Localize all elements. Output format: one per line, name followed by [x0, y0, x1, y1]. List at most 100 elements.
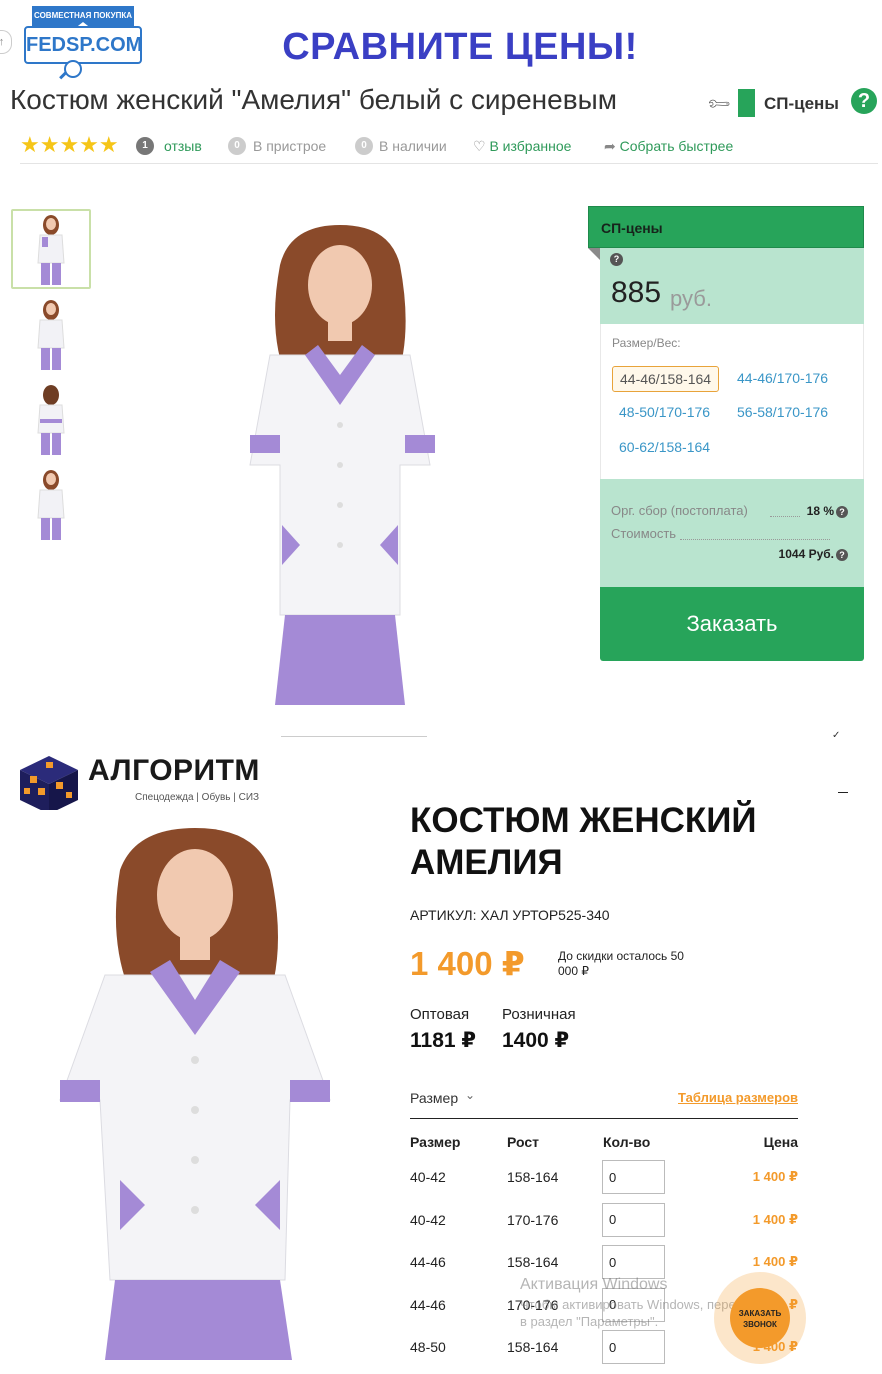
size-table-link[interactable]: Таблица размеров	[678, 1090, 798, 1105]
price-cell: 1 400 ₽	[752, 1254, 798, 1269]
algoritm-cube-logo-icon[interactable]	[16, 752, 82, 818]
thumbnail-3[interactable]	[11, 379, 91, 459]
thumbnail-2[interactable]	[11, 294, 91, 374]
quantity-input[interactable]	[602, 1202, 665, 1237]
sp-price-panel: СП-цены ? 885 руб. Размер/Вес: 44-46/158…	[588, 206, 864, 661]
wholesale-label: Оптовая	[410, 1006, 470, 1023]
size-option[interactable]: 44-46/170-176	[730, 366, 835, 390]
magnifier-icon	[64, 60, 82, 78]
price-amount: 885	[611, 276, 662, 309]
wrench-icon[interactable]: 🔧︎	[705, 90, 734, 119]
height-cell: 158-164	[507, 1254, 559, 1270]
table-header: Размер Рост Кол-во Цена	[410, 1134, 798, 1160]
size-option[interactable]: 60-62/158-164	[612, 435, 717, 459]
height-cell: 170-176	[507, 1211, 559, 1228]
product-photo[interactable]	[30, 810, 370, 1360]
stock-link[interactable]: В наличии	[379, 138, 447, 154]
pristroy-link[interactable]: В пристрое	[253, 138, 326, 154]
product-main-photo[interactable]	[200, 205, 480, 705]
fedsp-logo[interactable]: СОВМЕСТНАЯ ПОКУПКА FEDSP.COM	[22, 4, 144, 80]
org-fee-value: 18 %?	[807, 504, 848, 518]
reviews-link[interactable]: отзыв	[164, 138, 202, 154]
logo-text: FEDSP.COM	[24, 26, 142, 64]
table-row: 40-42 170-176 1 400 ₽	[410, 1202, 798, 1246]
panel-fold	[588, 248, 600, 260]
size-option[interactable]: 56-58/170-176	[730, 400, 835, 424]
size-filter-bar: Размер ⌄ Таблица размеров	[410, 1088, 798, 1119]
minimize-icon[interactable]	[838, 792, 848, 793]
dotted-leader	[770, 503, 800, 517]
thumbnail-image	[37, 385, 65, 455]
size-option[interactable]: 44-46/158-164	[612, 366, 720, 392]
pristroy-count-badge: 0	[228, 137, 246, 155]
dotted-leader	[680, 526, 830, 540]
column-header: Цена	[763, 1134, 798, 1150]
chevron-down-icon[interactable]: ⌄	[465, 1088, 475, 1102]
retail-value: 1400 ₽	[502, 1029, 570, 1052]
column-header: Кол-во	[603, 1134, 651, 1150]
size-cell: 40-42	[410, 1169, 446, 1185]
column-header: Размер	[410, 1134, 461, 1150]
fedsp-section: ↑ СОВМЕСТНАЯ ПОКУПКА FEDSP.COM СРАВНИТЕ …	[0, 0, 882, 741]
logo-banner: СОВМЕСТНАЯ ПОКУПКА	[32, 6, 134, 26]
price-help-icon[interactable]: ?	[610, 253, 623, 266]
quantity-input[interactable]	[602, 1245, 665, 1279]
product-title: Костюм женский "Амелия" белый с сиреневы…	[10, 84, 617, 115]
sp-price-label: СП-цены	[764, 94, 839, 113]
thumbnail-image	[37, 470, 65, 540]
cost-block: Орг. сбор (постоплата) 18 %? Стоимость 1…	[600, 479, 864, 587]
org-fee-value-text: 18 %	[806, 504, 834, 518]
size-option[interactable]: 48-50/170-176	[612, 400, 717, 424]
size-label: Размер/Вес:	[612, 336, 681, 350]
height-cell: 158-164	[507, 1339, 559, 1355]
cost-label: Стоимость	[611, 526, 677, 541]
cost-help-icon[interactable]: ?	[836, 548, 848, 561]
thumbnail-list	[11, 209, 91, 549]
price-currency: руб.	[670, 286, 712, 311]
callback-button[interactable]: ЗАКАЗАТЬ ЗВОНОК	[714, 1272, 806, 1364]
price-cell: 1 400 ₽	[752, 1211, 798, 1227]
quantity-input[interactable]	[602, 1160, 665, 1194]
rating-stars[interactable]: ★★★★★	[20, 134, 119, 156]
heart-icon: ♡	[473, 138, 486, 154]
thumbnail-image	[37, 215, 65, 285]
cost-value: 1044 Руб.?	[779, 547, 848, 561]
column-header: Рост	[507, 1134, 539, 1150]
org-fee-label: Орг. сбор (постоплата)	[611, 503, 748, 518]
discount-note: До скидки осталось 50 000 ₽	[558, 949, 684, 978]
price-cell: 1 400 ₽	[752, 1169, 798, 1184]
reviews-count-badge: 1	[136, 137, 154, 155]
size-cell: 44-46	[410, 1254, 446, 1270]
photo-divider	[281, 736, 427, 737]
price-panel-header: СП-цены	[588, 206, 864, 248]
thumbnail-1[interactable]	[11, 209, 91, 289]
thumbnail-4[interactable]	[11, 464, 91, 544]
product-meta-row: ★★★★★ 1 отзыв 0 В пристрое 0 В наличии ♡…	[20, 134, 878, 164]
size-dropdown[interactable]: Размер	[410, 1090, 458, 1106]
help-icon[interactable]: ?	[851, 88, 877, 114]
product-title: КОСТЮМ ЖЕНСКИЙ АМЕЛИЯ	[410, 801, 757, 882]
favorite-label: В избранное	[489, 138, 572, 154]
sp-price-badge	[738, 89, 755, 117]
favorite-link[interactable]: ♡ В избранное	[473, 138, 571, 155]
collect-faster-link[interactable]: ➦ Собрать быстрее	[604, 138, 733, 155]
size-cell: 40-42	[410, 1211, 446, 1228]
back-arrow-icon[interactable]: ↑	[0, 30, 12, 54]
collect-label: Собрать быстрее	[619, 138, 734, 154]
product-price: 1 400 ₽	[410, 945, 525, 982]
size-selector: Размер/Вес: 44-46/158-164 44-46/170-176 …	[600, 324, 864, 479]
thumbnail-image	[37, 300, 65, 370]
cost-value-text: 1044 Руб.	[778, 547, 834, 561]
wholesale-value: 1181 ₽	[410, 1029, 477, 1052]
stock-count-badge: 0	[355, 137, 373, 155]
algoritm-brand: АЛГОРИТМ	[88, 754, 260, 787]
slogan: СРАВНИТЕ ЦЕНЫ!	[282, 26, 638, 68]
product-sku: АРТИКУЛ: ХАЛ УРТОР525-340	[410, 907, 610, 923]
org-fee-help-icon[interactable]: ?	[836, 505, 848, 518]
order-button[interactable]: Заказать	[600, 587, 864, 661]
quantity-input[interactable]	[602, 1330, 665, 1364]
size-cell: 44-46	[410, 1296, 446, 1313]
algoritm-tagline: Спецодежда | Обувь | СИЗ	[135, 792, 260, 803]
table-row: 40-42 158-164 1 400 ₽	[410, 1160, 798, 1203]
height-cell: 158-164	[507, 1169, 559, 1185]
